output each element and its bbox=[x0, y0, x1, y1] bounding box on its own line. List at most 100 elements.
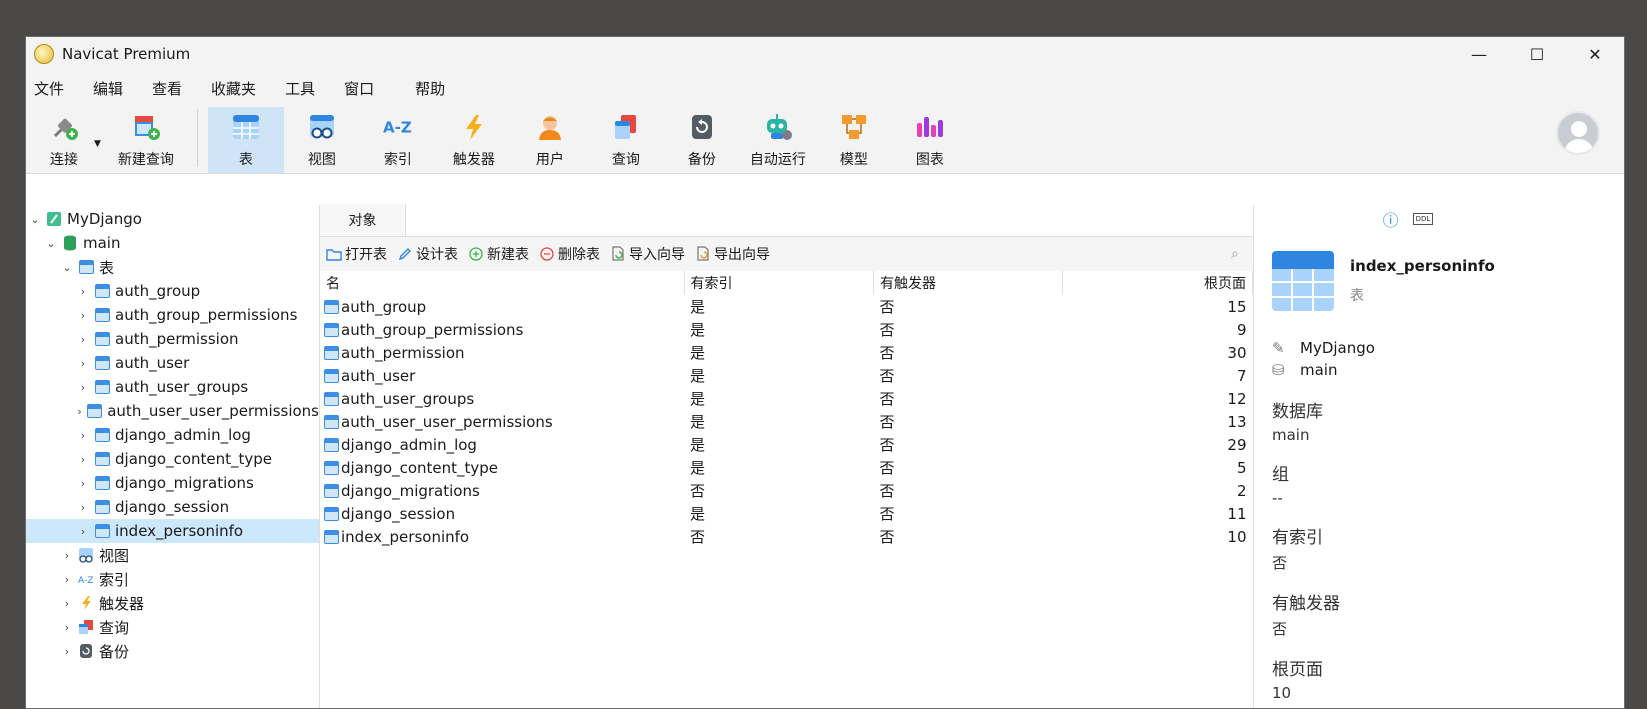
user-avatar[interactable] bbox=[1556, 111, 1600, 155]
toolbar-trigger-button[interactable]: 触发器 bbox=[436, 107, 512, 173]
chevron-right-icon[interactable]: › bbox=[76, 309, 90, 322]
table-row[interactable]: django_admin_log 是 否 29 bbox=[320, 433, 1253, 456]
design-table-button[interactable]: 设计表 bbox=[397, 244, 458, 264]
column-header-has-trigger[interactable]: 有触发器 bbox=[873, 271, 1064, 295]
export-wizard-button[interactable]: 导出向导 bbox=[695, 244, 770, 264]
chevron-right-icon[interactable]: › bbox=[60, 645, 74, 658]
tree-group-query[interactable]: › 查询 bbox=[26, 615, 319, 639]
menu-edit[interactable]: 编辑 bbox=[93, 78, 123, 99]
chevron-right-icon[interactable]: › bbox=[76, 405, 83, 418]
toolbar-view-button[interactable]: 视图 bbox=[284, 107, 360, 173]
tab-objects[interactable]: 对象 bbox=[320, 204, 406, 236]
chevron-right-icon[interactable]: › bbox=[76, 477, 90, 490]
toolbar-table-button[interactable]: 表 bbox=[207, 107, 284, 173]
table-row[interactable]: django_migrations 否 否 2 bbox=[320, 479, 1253, 502]
object-table: 名 有索引 有触发器 根页面 auth_group 是否 15 auth_group_… bbox=[320, 271, 1253, 548]
tree-table-item[interactable]: › django_admin_log bbox=[26, 423, 319, 447]
tree-table-label: index_personinfo bbox=[115, 522, 244, 540]
toolbar-chart-button[interactable]: 图表 bbox=[892, 107, 968, 173]
delete-table-button[interactable]: 删除表 bbox=[539, 244, 600, 264]
table-icon bbox=[230, 111, 262, 143]
tree-tables-group[interactable]: ⌄ 表 bbox=[26, 255, 319, 279]
table-row[interactable]: auth_user 是 否 7 bbox=[320, 364, 1253, 387]
tree-table-label: django_session bbox=[115, 498, 230, 516]
table-row[interactable]: auth_group_permissions 是 否 9 bbox=[320, 318, 1253, 341]
tree-table-item[interactable]: › auth_group_permissions bbox=[26, 303, 319, 327]
column-header-has-index[interactable]: 有索引 bbox=[684, 271, 875, 295]
tree-table-item[interactable]: › django_session bbox=[26, 495, 319, 519]
tree-table-item[interactable]: › django_migrations bbox=[26, 471, 319, 495]
table-row[interactable]: django_content_type 是 否 5 bbox=[320, 456, 1253, 479]
search-icon[interactable]: ⌕ bbox=[1231, 246, 1239, 262]
chevron-right-icon[interactable]: › bbox=[76, 525, 90, 538]
tree-table-item[interactable]: › django_content_type bbox=[26, 447, 319, 471]
tree-table-item[interactable]: › auth_user bbox=[26, 351, 319, 375]
menu-tools[interactable]: 工具 bbox=[285, 78, 315, 99]
tree-group-backup[interactable]: › 备份 bbox=[26, 639, 319, 663]
import-wizard-button[interactable]: 导入向导 bbox=[610, 244, 685, 264]
chevron-right-icon[interactable]: › bbox=[60, 597, 74, 610]
chevron-right-icon[interactable]: › bbox=[76, 285, 90, 298]
chevron-right-icon[interactable]: › bbox=[76, 501, 90, 514]
toolbar-query-button[interactable]: 查询 bbox=[588, 107, 664, 173]
cell-name: auth_user_user_permissions bbox=[320, 410, 684, 433]
ddl-tab-icon[interactable]: DDL bbox=[1412, 213, 1434, 225]
chevron-right-icon[interactable]: › bbox=[76, 429, 90, 442]
index-icon: A-Z bbox=[382, 111, 414, 143]
cell-name: auth_group bbox=[320, 295, 684, 318]
chevron-down-icon[interactable]: ⌄ bbox=[60, 261, 74, 274]
tree-group-trigger[interactable]: › 触发器 bbox=[26, 591, 319, 615]
menu-view[interactable]: 查看 bbox=[152, 78, 182, 99]
chevron-right-icon[interactable]: › bbox=[76, 381, 90, 394]
menu-window[interactable]: 窗口 bbox=[344, 78, 374, 99]
new-table-button[interactable]: 新建表 bbox=[468, 244, 529, 264]
toolbar-backup-button[interactable]: 备份 bbox=[664, 107, 740, 173]
column-header-name[interactable]: 名 bbox=[320, 271, 685, 295]
maximize-button[interactable]: ☐ bbox=[1508, 37, 1566, 71]
menu-favorites[interactable]: 收藏夹 bbox=[211, 78, 256, 99]
table-icon bbox=[324, 414, 339, 429]
table-row[interactable]: auth_permission 是 否 30 bbox=[320, 341, 1253, 364]
menu-file[interactable]: 文件 bbox=[34, 78, 64, 99]
table-row[interactable]: auth_user_groups 是 否 12 bbox=[320, 387, 1253, 410]
chevron-down-icon[interactable]: ⌄ bbox=[28, 213, 42, 226]
chevron-right-icon[interactable]: › bbox=[76, 357, 90, 370]
tree-table-item[interactable]: › auth_user_groups bbox=[26, 375, 319, 399]
table-icon bbox=[324, 437, 339, 452]
feather-icon: ✎ bbox=[1272, 339, 1285, 357]
table-row[interactable]: auth_group 是 否 15 bbox=[320, 295, 1253, 318]
tree-connection[interactable]: ⌄ MyDjango bbox=[26, 207, 319, 231]
toolbar-user-button[interactable]: 用户 bbox=[512, 107, 588, 173]
connect-button[interactable]: 连接 bbox=[30, 107, 98, 173]
toolbar-automation-button[interactable]: 自动运行 bbox=[740, 107, 816, 173]
chevron-right-icon[interactable]: › bbox=[60, 621, 74, 634]
toolbar-query-label: 查询 bbox=[611, 152, 640, 168]
new-query-button[interactable]: 新建查询 bbox=[105, 107, 187, 173]
tree-database[interactable]: ⌄ main bbox=[26, 231, 319, 255]
menu-help[interactable]: 帮助 bbox=[415, 78, 445, 99]
tree-group-view[interactable]: › 视图 bbox=[26, 543, 319, 567]
tree-table-item[interactable]: › index_personinfo bbox=[26, 519, 319, 543]
table-row[interactable]: auth_user_user_permissions 是 否 13 bbox=[320, 410, 1253, 433]
table-icon bbox=[94, 283, 110, 299]
chevron-right-icon[interactable]: › bbox=[60, 573, 74, 586]
toolbar-index-button[interactable]: A-Z 索引 bbox=[360, 107, 436, 173]
connect-dropdown-icon[interactable]: ▼ bbox=[94, 139, 101, 149]
chevron-down-icon[interactable]: ⌄ bbox=[44, 237, 58, 250]
column-header-root-page[interactable]: 根页面 bbox=[1062, 271, 1253, 295]
close-button[interactable]: ✕ bbox=[1566, 37, 1624, 71]
chevron-right-icon[interactable]: › bbox=[60, 549, 74, 562]
table-row[interactable]: index_personinfo 否 否 10 bbox=[320, 525, 1253, 548]
open-table-button[interactable]: 打开表 bbox=[326, 244, 387, 264]
svg-text:A-Z: A-Z bbox=[383, 119, 412, 137]
chevron-right-icon[interactable]: › bbox=[76, 453, 90, 466]
toolbar-model-button[interactable]: 模型 bbox=[816, 107, 892, 173]
tree-table-item[interactable]: › auth_user_user_permissions bbox=[26, 399, 319, 423]
tree-group-index[interactable]: › A-Z 索引 bbox=[26, 567, 319, 591]
chevron-right-icon[interactable]: › bbox=[76, 333, 90, 346]
info-tab-icon[interactable]: ⓘ bbox=[1383, 207, 1399, 231]
tree-table-item[interactable]: › auth_permission bbox=[26, 327, 319, 351]
tree-table-item[interactable]: › auth_group bbox=[26, 279, 319, 303]
table-row[interactable]: django_session 是 否 11 bbox=[320, 502, 1253, 525]
minimize-button[interactable]: — bbox=[1450, 37, 1508, 71]
